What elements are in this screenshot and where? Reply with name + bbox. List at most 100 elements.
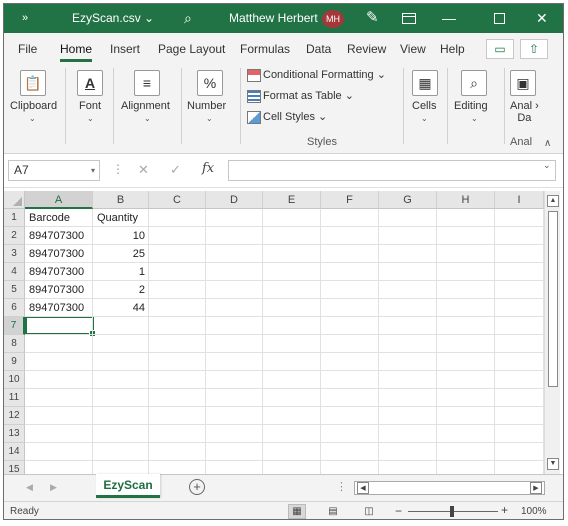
chevron-down-icon[interactable]: ▾ xyxy=(91,161,95,180)
tab-home[interactable]: Home xyxy=(60,42,93,62)
alignment-group[interactable]: ≡ Alignment ⌄ xyxy=(117,62,177,150)
analyze-data-group[interactable]: ▣ Anal › Da Anal xyxy=(506,62,546,150)
tab-file[interactable]: File xyxy=(18,42,37,56)
row-header-13[interactable]: 13 xyxy=(4,425,25,443)
gridline-vertical xyxy=(436,209,437,474)
expand-formula-bar-icon[interactable]: ⌄ xyxy=(543,160,551,171)
user-name[interactable]: Matthew Herbert xyxy=(229,4,318,33)
cell-b2[interactable]: 10 xyxy=(93,227,149,245)
cell-b3[interactable]: 25 xyxy=(93,245,149,263)
vertical-scrollbar[interactable]: ▲ ▼ xyxy=(544,191,560,474)
cell-b1[interactable]: Quantity xyxy=(93,209,149,227)
ribbon-display-options-icon[interactable] xyxy=(402,13,416,24)
cells-group[interactable]: ▦ Cells ⌄ xyxy=(406,62,442,150)
scroll-right-icon[interactable]: ▶ xyxy=(530,482,542,494)
row-header-7[interactable]: 7 xyxy=(4,317,25,335)
column-header-g[interactable]: G xyxy=(379,191,437,209)
select-all-button[interactable] xyxy=(4,191,25,209)
tab-insert[interactable]: Insert xyxy=(110,42,140,56)
search-icon[interactable]: ⌕ xyxy=(184,4,192,33)
tab-view[interactable]: View xyxy=(400,42,426,56)
cell-b4[interactable]: 1 xyxy=(93,263,149,281)
gridline-vertical xyxy=(494,209,495,474)
gridline-horizontal xyxy=(25,388,544,389)
tab-page-layout[interactable]: Page Layout xyxy=(158,42,225,56)
page-break-preview-icon[interactable]: ◫ xyxy=(360,504,378,519)
row-header-11[interactable]: 11 xyxy=(4,389,25,407)
column-header-c[interactable]: C xyxy=(149,191,206,209)
column-header-i[interactable]: I xyxy=(495,191,544,209)
minimize-icon[interactable]: — xyxy=(442,4,456,33)
comments-icon[interactable]: ▭ xyxy=(486,39,514,59)
next-sheet-icon[interactable]: ▶ xyxy=(50,482,57,493)
column-header-h[interactable]: H xyxy=(437,191,495,209)
avatar[interactable]: MH xyxy=(322,10,344,28)
row-header-15[interactable]: 15 xyxy=(4,461,25,474)
cell-b5[interactable]: 2 xyxy=(93,281,149,299)
cell-a1[interactable]: Barcode xyxy=(25,209,93,227)
sheet-split-grip-icon[interactable]: ⋮ xyxy=(336,480,347,493)
sheet-tab-ezyscan[interactable]: EzyScan xyxy=(96,474,160,498)
formula-input[interactable] xyxy=(228,160,556,181)
scroll-thumb[interactable] xyxy=(548,211,558,387)
normal-view-icon[interactable]: ▦ xyxy=(288,504,306,519)
clipboard-group[interactable]: 📋 Clipboard ⌄ xyxy=(4,62,62,150)
row-header-4[interactable]: 4 xyxy=(4,263,25,281)
tab-formulas[interactable]: Formulas xyxy=(240,42,290,56)
cell-b6[interactable]: 44 xyxy=(93,299,149,317)
sheet-tab-bar: ◀ ▶ EzyScan + ⋮ ◀ ▶ xyxy=(4,474,563,501)
zoom-level[interactable]: 100% xyxy=(521,506,547,517)
cell-a2[interactable]: 894707300 xyxy=(25,227,93,245)
name-box[interactable]: A7 ▾ xyxy=(8,160,100,181)
scroll-down-icon[interactable]: ▼ xyxy=(547,458,559,470)
column-header-a[interactable]: A xyxy=(25,191,93,209)
column-header-d[interactable]: D xyxy=(206,191,263,209)
cell-a3[interactable]: 894707300 xyxy=(25,245,93,263)
row-header-10[interactable]: 10 xyxy=(4,371,25,389)
horizontal-scrollbar[interactable]: ◀ ▶ xyxy=(354,481,545,495)
document-title[interactable]: EzyScan.csv ⌄ xyxy=(72,4,154,33)
worksheet-grid[interactable]: A B C D E F G H I 1 2 3 4 5 6 7 8 9 10 11 12 13 14 15 Barcode Qua… xyxy=(4,191,544,474)
close-icon[interactable]: ✕ xyxy=(536,4,548,33)
number-group[interactable]: % Number ⌄ xyxy=(184,62,236,150)
zoom-slider-thumb[interactable] xyxy=(450,506,454,517)
column-header-f[interactable]: F xyxy=(321,191,379,209)
row-header-2[interactable]: 2 xyxy=(4,227,25,245)
page-layout-view-icon[interactable]: ▤ xyxy=(324,504,342,519)
insert-function-icon[interactable]: fx xyxy=(202,161,214,176)
enter-icon[interactable]: ✓ xyxy=(170,162,181,178)
zoom-in-button[interactable]: + xyxy=(501,503,508,517)
row-header-8[interactable]: 8 xyxy=(4,335,25,353)
scroll-up-icon[interactable]: ▲ xyxy=(547,195,559,207)
share-icon[interactable]: ⇧ xyxy=(520,39,548,59)
row-header-3[interactable]: 3 xyxy=(4,245,25,263)
row-header-9[interactable]: 9 xyxy=(4,353,25,371)
tab-review[interactable]: Review xyxy=(347,42,386,56)
cell-a6[interactable]: 894707300 xyxy=(25,299,93,317)
cancel-icon[interactable]: ✕ xyxy=(138,162,149,178)
format-as-table-button[interactable]: Format as Table ⌄ xyxy=(247,89,354,107)
collapse-ribbon-icon[interactable]: ∧ xyxy=(544,138,551,149)
row-header-5[interactable]: 5 xyxy=(4,281,25,299)
conditional-formatting-button[interactable]: Conditional Formatting ⌄ xyxy=(247,68,386,86)
column-header-b[interactable]: B xyxy=(93,191,149,209)
column-header-e[interactable]: E xyxy=(263,191,321,209)
editing-group[interactable]: ⌕ Editing ⌄ xyxy=(450,62,500,150)
pen-icon[interactable]: ✎ xyxy=(366,4,379,33)
row-header-14[interactable]: 14 xyxy=(4,443,25,461)
cell-a5[interactable]: 894707300 xyxy=(25,281,93,299)
maximize-icon[interactable] xyxy=(494,13,505,24)
font-group[interactable]: A Font ⌄ xyxy=(68,62,112,150)
row-header-12[interactable]: 12 xyxy=(4,407,25,425)
zoom-out-button[interactable]: − xyxy=(395,504,402,518)
cell-a4[interactable]: 894707300 xyxy=(25,263,93,281)
scroll-left-icon[interactable]: ◀ xyxy=(357,482,369,494)
quick-access-more-button[interactable]: » xyxy=(22,4,28,33)
row-header-1[interactable]: 1 xyxy=(4,209,25,227)
row-header-6[interactable]: 6 xyxy=(4,299,25,317)
tab-help[interactable]: Help xyxy=(440,42,465,56)
add-sheet-icon[interactable]: + xyxy=(189,479,205,495)
cell-styles-button[interactable]: Cell Styles ⌄ xyxy=(247,110,327,128)
tab-data[interactable]: Data xyxy=(306,42,331,56)
previous-sheet-icon[interactable]: ◀ xyxy=(26,482,33,493)
